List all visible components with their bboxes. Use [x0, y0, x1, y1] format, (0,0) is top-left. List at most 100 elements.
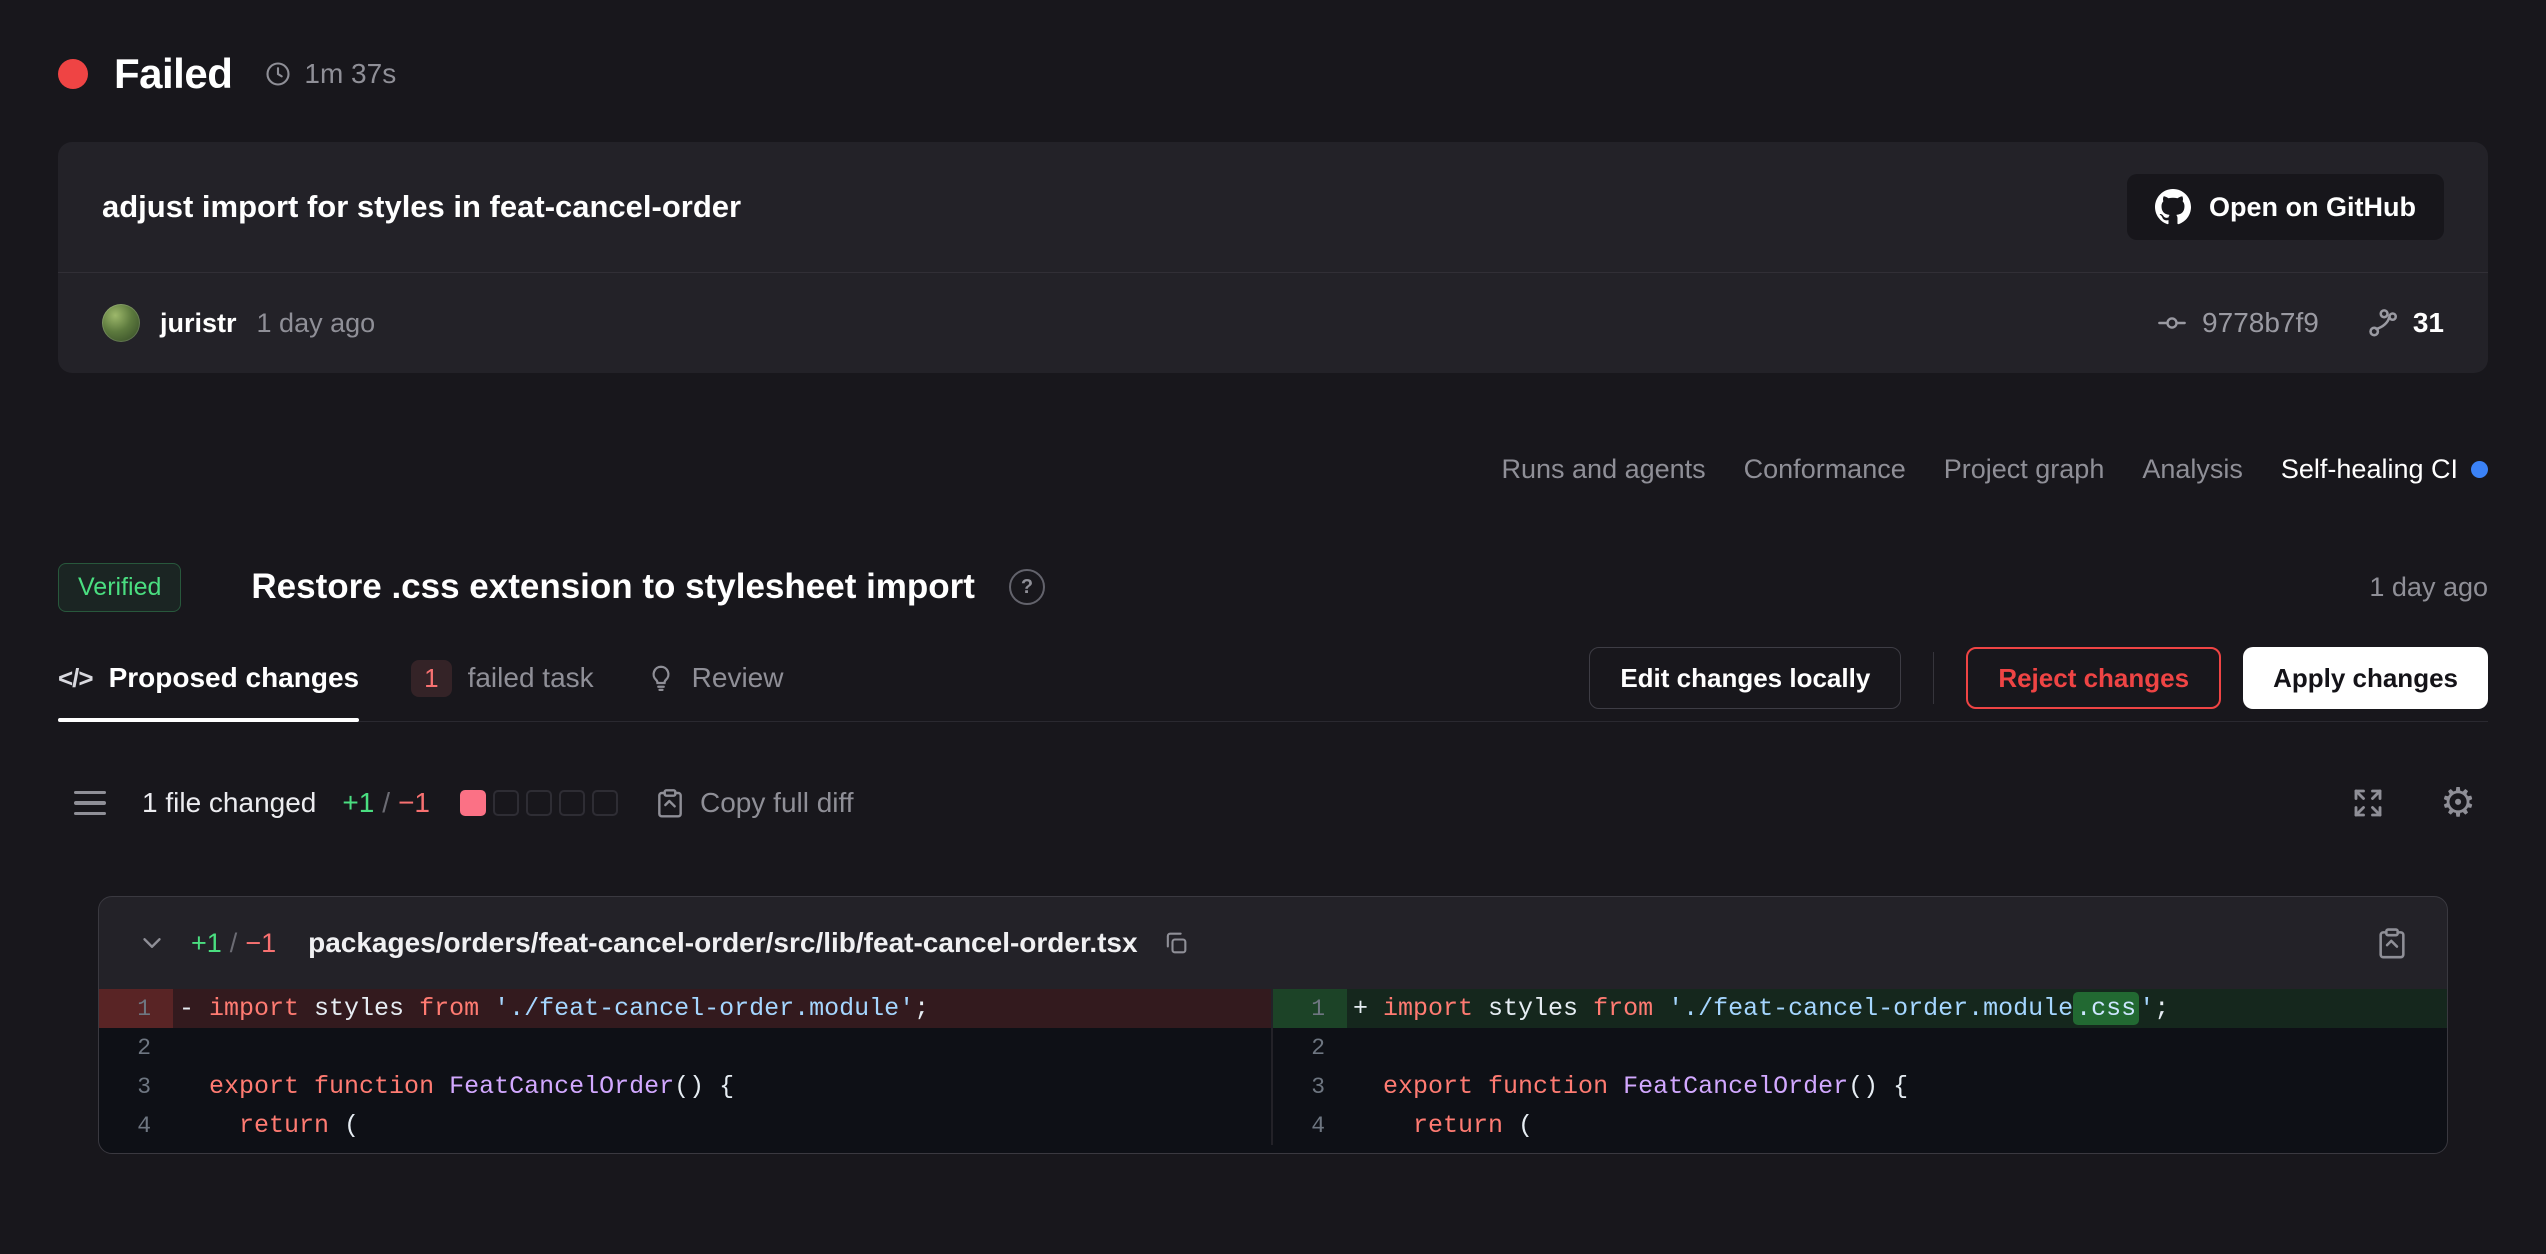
- chevron-down-icon[interactable]: [137, 928, 167, 958]
- nav-item-self-healing-ci[interactable]: Self-healing CI: [2281, 454, 2488, 485]
- copy-path-icon[interactable]: [1162, 929, 1190, 957]
- diff-pane-new: 1+ import styles from './feat-cancel-ord…: [1273, 989, 2447, 1145]
- code-token: [1353, 1072, 1383, 1101]
- nav-item-analysis[interactable]: Analysis: [2142, 454, 2243, 485]
- code-token: (: [1503, 1111, 1533, 1140]
- line-number: 2: [99, 1028, 173, 1067]
- help-icon[interactable]: ?: [1009, 569, 1045, 605]
- code-token: styles: [1473, 994, 1593, 1023]
- code-token: [179, 1072, 209, 1101]
- code-token: FeatCancelOrder: [449, 1072, 674, 1101]
- gear-icon[interactable]: ⚙: [2440, 783, 2476, 823]
- status-label: Failed: [114, 50, 232, 98]
- duration-value: 1m 37s: [304, 58, 396, 90]
- page: Failed 1m 37s adjust import for styles i…: [0, 0, 2546, 1154]
- duration: 1m 37s: [264, 58, 396, 90]
- code-token: [299, 1072, 314, 1101]
- commit-card-top: adjust import for styles in feat-cancel-…: [58, 142, 2488, 273]
- fix-title: Restore .css extension to stylesheet imp…: [251, 567, 975, 607]
- file-stats-separator: /: [230, 928, 238, 959]
- clock-icon: [264, 60, 292, 88]
- commit-title: adjust import for styles in feat-cancel-…: [102, 189, 741, 225]
- change-block: [493, 790, 519, 816]
- deletions-count: −1: [398, 787, 430, 819]
- open-on-github-label: Open on GitHub: [2209, 192, 2416, 223]
- code-token: -: [179, 994, 209, 1023]
- diff-stats: +1 / −1: [342, 787, 430, 819]
- open-on-github-button[interactable]: Open on GitHub: [2127, 174, 2444, 240]
- code-content: + import styles from './feat-cancel-orde…: [1347, 989, 2447, 1028]
- code-token: export: [209, 1072, 299, 1101]
- code-token: [1653, 994, 1668, 1023]
- diff-toolbar-right: ⚙: [2350, 783, 2488, 823]
- code-token: [434, 1072, 449, 1101]
- file-list-menu-icon[interactable]: [74, 791, 106, 816]
- code-token: function: [1488, 1072, 1608, 1101]
- expand-icon[interactable]: [2350, 785, 2386, 821]
- code-token: +: [1353, 994, 1383, 1023]
- avatar[interactable]: [102, 304, 140, 342]
- git-branch-icon: [2365, 306, 2399, 340]
- apply-changes-button[interactable]: Apply changes: [2243, 647, 2488, 709]
- code-token: [179, 1111, 239, 1140]
- commit-meta: juristr 1 day ago 9778b7f9 31: [58, 273, 2488, 373]
- reject-changes-button[interactable]: Reject changes: [1966, 647, 2221, 709]
- diff-file-card: +1 / −1 packages/orders/feat-cancel-orde…: [98, 896, 2448, 1154]
- file-diff-stats: +1 / −1: [191, 928, 276, 959]
- code-token: ;: [2154, 994, 2169, 1023]
- diff-line: 1- import styles from './feat-cancel-ord…: [99, 989, 1271, 1028]
- diff-line: 4 return (: [1273, 1106, 2447, 1145]
- code-token: return: [239, 1111, 329, 1140]
- diff-file-header: +1 / −1 packages/orders/feat-cancel-orde…: [99, 897, 2447, 989]
- tabs: </> Proposed changes 1 failed task Revie…: [58, 635, 783, 721]
- verified-badge: Verified: [58, 563, 181, 612]
- code-content: export function FeatCancelOrder() {: [173, 1067, 1271, 1106]
- tab-review-label: Review: [692, 662, 784, 694]
- active-nav-dot-icon: [2471, 461, 2488, 478]
- code-token: FeatCancelOrder: [1623, 1072, 1848, 1101]
- tab-proposed-changes-label: Proposed changes: [109, 662, 360, 694]
- line-number: 4: [1273, 1106, 1347, 1145]
- copy-full-diff-button[interactable]: Copy full diff: [654, 787, 854, 819]
- diff-toolbar: 1 file changed +1 / −1 Copy full diff ⚙: [58, 768, 2488, 838]
- nav-item-conformance[interactable]: Conformance: [1744, 454, 1906, 485]
- code-token: () {: [1848, 1072, 1908, 1101]
- diff-line: 4 return (: [99, 1106, 1271, 1145]
- code-token: [479, 994, 494, 1023]
- code-token: .css: [2073, 992, 2139, 1025]
- branch-count: 31: [2413, 307, 2444, 339]
- line-number: 3: [1273, 1067, 1347, 1106]
- copy-full-diff-label: Copy full diff: [700, 787, 854, 819]
- tab-failed-task[interactable]: 1 failed task: [411, 635, 594, 721]
- file-additions: +1: [191, 928, 222, 959]
- tab-review[interactable]: Review: [646, 635, 784, 721]
- additions-count: +1: [342, 787, 374, 819]
- edit-changes-locally-button[interactable]: Edit changes locally: [1589, 647, 1901, 709]
- code-token: './feat-cancel-order.module: [1668, 994, 2073, 1023]
- commit-icon: [2156, 307, 2188, 339]
- commit-hash-group[interactable]: 9778b7f9: [2156, 307, 2319, 339]
- code-content: export function FeatCancelOrder() {: [1347, 1067, 2447, 1106]
- commit-card: adjust import for styles in feat-cancel-…: [58, 142, 2488, 373]
- code-token: return: [1413, 1111, 1503, 1140]
- clipboard-icon: [654, 787, 686, 819]
- code-token: function: [314, 1072, 434, 1101]
- nav-item-project-graph[interactable]: Project graph: [1944, 454, 2105, 485]
- nav-item-runs-and-agents[interactable]: Runs and agents: [1502, 454, 1706, 485]
- code-token: (: [329, 1111, 359, 1140]
- tab-proposed-changes[interactable]: </> Proposed changes: [58, 635, 359, 721]
- change-blocks: [460, 790, 618, 816]
- code-content: [173, 1028, 1271, 1067]
- diff-line: 2: [99, 1028, 1271, 1067]
- diff-line: 1+ import styles from './feat-cancel-ord…: [1273, 989, 2447, 1028]
- line-number: 1: [99, 989, 173, 1028]
- file-path: packages/orders/feat-cancel-order/src/li…: [308, 927, 1137, 959]
- status-header: Failed 1m 37s: [58, 46, 2488, 102]
- github-icon: [2155, 189, 2191, 225]
- copy-file-diff-icon[interactable]: [2375, 926, 2409, 960]
- line-number: 2: [1273, 1028, 1347, 1067]
- commit-time: 1 day ago: [257, 308, 376, 339]
- tab-failed-task-label: failed task: [468, 662, 594, 694]
- branch-count-group[interactable]: 31: [2365, 306, 2444, 340]
- top-nav: Runs and agents Conformance Project graph A…: [58, 445, 2488, 493]
